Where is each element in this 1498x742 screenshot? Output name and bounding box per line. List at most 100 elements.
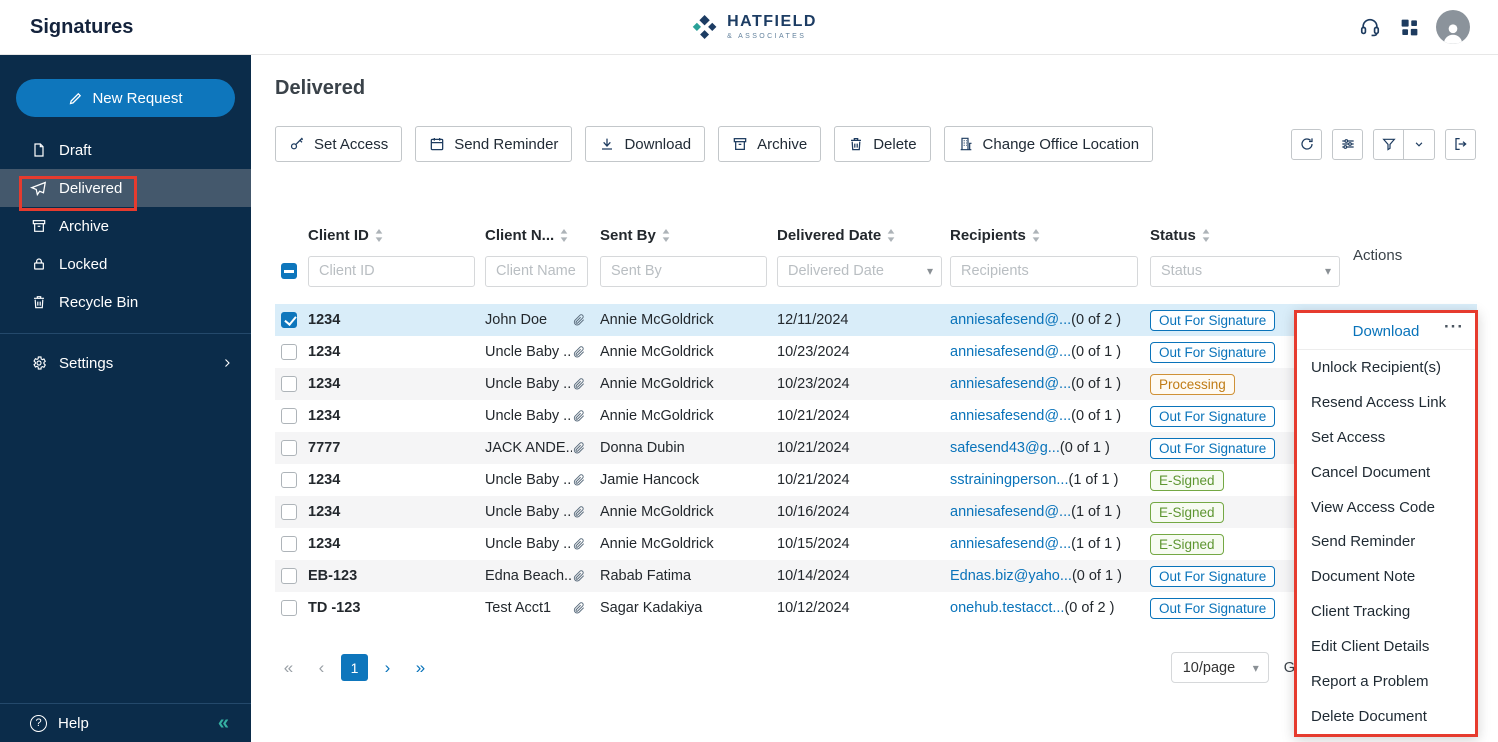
recipient-link[interactable]: onehub.testacct...: [950, 600, 1064, 616]
actions-menu-item[interactable]: Client Tracking: [1297, 594, 1475, 630]
actions-menu-item[interactable]: Set Access: [1297, 419, 1475, 455]
select-all-checkbox[interactable]: [281, 263, 297, 279]
toolbar: Set Access Send Reminder Download Archiv…: [275, 126, 1498, 162]
header-recipients[interactable]: Recipients: [950, 227, 1150, 244]
recipient-link[interactable]: anniesafesend@...: [950, 504, 1071, 520]
actions-menu-item[interactable]: Send Reminder: [1297, 524, 1475, 560]
gear-icon: [30, 355, 47, 372]
header-status[interactable]: Status: [1150, 227, 1348, 244]
status-badge: Out For Signature: [1150, 341, 1276, 363]
pager-next-icon[interactable]: ›: [374, 654, 401, 681]
row-checkbox[interactable]: [281, 504, 297, 520]
sidebar-item-draft[interactable]: Draft: [0, 131, 251, 169]
row-checkbox[interactable]: [281, 408, 297, 424]
actions-menu-item[interactable]: Document Note: [1297, 559, 1475, 595]
new-request-button[interactable]: New Request: [16, 79, 235, 117]
client-name-cell: JACK ANDE...: [485, 440, 572, 456]
client-name-cell: Edna Beach...: [485, 568, 572, 584]
row-checkbox[interactable]: [281, 600, 297, 616]
client-id-cell: 1234: [308, 376, 341, 392]
client-id-cell: EB-123: [308, 568, 358, 584]
client-name-cell: Uncle Baby ...: [485, 376, 572, 392]
pager-current-page[interactable]: 1: [341, 654, 368, 681]
status-filter-select[interactable]: [1150, 255, 1340, 287]
recipient-link[interactable]: anniesafesend@...: [950, 408, 1071, 424]
pager-last-icon[interactable]: »: [407, 654, 434, 681]
header-delivered-date[interactable]: Delivered Date: [777, 227, 950, 244]
actions-menu-item[interactable]: Report a Problem: [1297, 664, 1475, 700]
pager-first-icon[interactable]: «: [275, 654, 302, 681]
new-request-label: New Request: [92, 89, 183, 107]
status-badge: E-Signed: [1150, 501, 1224, 523]
actions-menu-item[interactable]: Edit Client Details: [1297, 629, 1475, 665]
recipients-filter-input[interactable]: [950, 255, 1138, 287]
recipient-link[interactable]: anniesafesend@...: [950, 312, 1071, 328]
recipient-link[interactable]: anniesafesend@...: [950, 344, 1071, 360]
sidebar-item-help[interactable]: ? Help: [30, 714, 89, 732]
sidebar-item-settings[interactable]: Settings: [0, 344, 251, 382]
apps-grid-icon[interactable]: [1397, 15, 1421, 39]
actions-menu-item[interactable]: View Access Code: [1297, 489, 1475, 525]
set-access-button[interactable]: Set Access: [275, 126, 403, 162]
client-id-filter-input[interactable]: [308, 255, 475, 287]
archive-box-icon: [732, 136, 748, 152]
app-window: Signatures HATFIELD & ASSOCIATES New Req…: [0, 0, 1498, 742]
chevron-down-icon[interactable]: [1404, 128, 1435, 160]
refresh-icon[interactable]: [1291, 128, 1322, 160]
actions-menu-item[interactable]: Cancel Document: [1297, 454, 1475, 490]
support-headset-icon[interactable]: [1358, 15, 1382, 39]
header-sent-by[interactable]: Sent By: [600, 227, 777, 244]
brand: HATFIELD & ASSOCIATES: [691, 0, 817, 55]
collapse-sidebar-icon[interactable]: «: [218, 713, 229, 733]
row-download-action[interactable]: Download: [1353, 323, 1420, 340]
user-avatar[interactable]: [1436, 10, 1470, 44]
sidebar-item-delivered[interactable]: Delivered: [0, 169, 251, 207]
header-client-name[interactable]: Client N...: [485, 227, 600, 244]
header-client-id[interactable]: Client ID: [308, 227, 485, 244]
status-badge: Processing: [1150, 373, 1235, 395]
attachment-paperclip-icon: [572, 569, 586, 583]
app-title: Signatures: [30, 15, 134, 38]
delivered-date-filter-select[interactable]: [777, 255, 942, 287]
row-checkbox[interactable]: [281, 376, 297, 392]
sidebar-item-label: Delivered: [59, 179, 123, 197]
send-reminder-button[interactable]: Send Reminder: [415, 126, 573, 162]
row-checkbox[interactable]: [281, 344, 297, 360]
export-icon[interactable]: [1445, 128, 1476, 160]
attachment-paperclip-icon: [572, 505, 586, 519]
row-checkbox[interactable]: [281, 472, 297, 488]
recipient-link[interactable]: safesend43@g...: [950, 440, 1060, 456]
column-settings-icon[interactable]: [1332, 128, 1363, 160]
filter-funnel-icon[interactable]: [1373, 128, 1404, 160]
sidebar-item-locked[interactable]: Locked: [0, 245, 251, 283]
client-name-filter-input[interactable]: [485, 255, 588, 287]
actions-menu-item[interactable]: Delete Document: [1297, 699, 1475, 734]
recipient-link[interactable]: anniesafesend@...: [950, 536, 1071, 552]
recipient-link[interactable]: anniesafesend@...: [950, 376, 1071, 392]
pager-prev-icon[interactable]: ‹: [308, 654, 335, 681]
sidebar-item-archive[interactable]: Archive: [0, 207, 251, 245]
page-size-select[interactable]: 10/page ▾: [1170, 652, 1269, 683]
recipient-link[interactable]: Ednas.biz@yaho...: [950, 568, 1072, 584]
recipient-count: (1 of 1 ): [1068, 472, 1119, 488]
sent-by-cell: Annie McGoldrick: [600, 504, 714, 520]
recipient-link[interactable]: sstrainingperson...: [950, 472, 1068, 488]
actions-menu-item[interactable]: Unlock Recipient(s): [1297, 350, 1475, 385]
download-button[interactable]: Download: [585, 126, 706, 162]
sidebar-item-recycle-bin[interactable]: Recycle Bin: [0, 283, 251, 321]
delete-button[interactable]: Delete: [834, 126, 931, 162]
more-actions-icon[interactable]: ···: [1444, 317, 1464, 337]
sent-by-filter-input[interactable]: [600, 255, 767, 287]
delivered-date-cell: 10/21/2024: [777, 408, 850, 424]
delivered-date-cell: 10/12/2024: [777, 600, 850, 616]
change-office-location-button[interactable]: Change Office Location: [943, 126, 1154, 162]
row-checkbox[interactable]: [281, 440, 297, 456]
table-filter-row: ▾ ▾: [275, 253, 1477, 289]
row-checkbox[interactable]: [281, 312, 297, 328]
sent-by-cell: Annie McGoldrick: [600, 344, 714, 360]
delivered-date-cell: 10/14/2024: [777, 568, 850, 584]
actions-menu-item[interactable]: Resend Access Link: [1297, 384, 1475, 420]
archive-button[interactable]: Archive: [718, 126, 822, 162]
row-checkbox[interactable]: [281, 568, 297, 584]
row-checkbox[interactable]: [281, 536, 297, 552]
